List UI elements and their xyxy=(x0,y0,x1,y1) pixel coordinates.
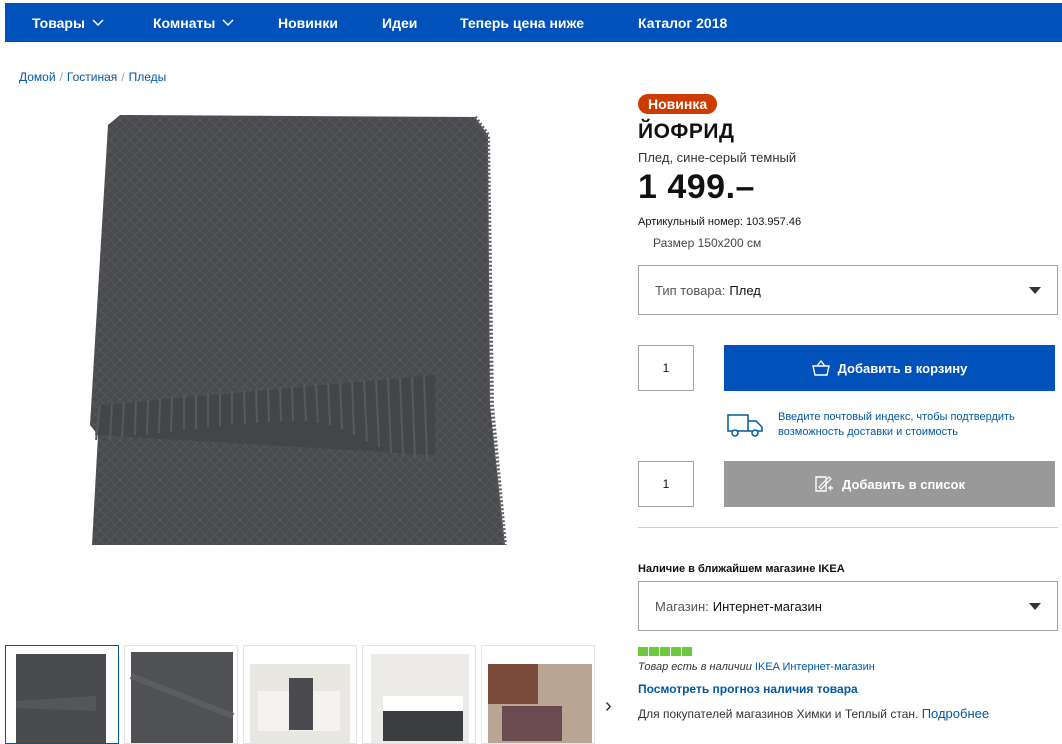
thumbnail-strip: › xyxy=(5,645,625,744)
product-name: ЙОФРИД xyxy=(638,120,735,143)
add-to-cart-button[interactable]: Добавить в корзину xyxy=(724,345,1055,391)
store-select-label: Магазин: xyxy=(655,598,709,614)
chevron-down-icon xyxy=(222,19,234,27)
thumbnail-2[interactable] xyxy=(124,645,238,744)
stock-level-indicator xyxy=(638,647,693,656)
caret-down-icon xyxy=(1029,287,1041,294)
delivery-text: Введите почтовый индекс, чтобы подтверди… xyxy=(778,411,1015,438)
chevron-right-icon[interactable]: › xyxy=(605,695,612,718)
stock-segment xyxy=(671,647,681,656)
stock-status: Товар есть в наличии IKEA Интернет-магаз… xyxy=(638,661,875,673)
thumbnail-3[interactable] xyxy=(243,645,357,744)
list-add-icon xyxy=(815,476,834,492)
basket-icon xyxy=(811,360,830,376)
thumbnail-image xyxy=(250,664,350,743)
thumbnail-4[interactable] xyxy=(362,645,476,744)
product-description: Плед, сине-серый темный xyxy=(638,150,797,165)
delivery-check[interactable]: Введите почтовый индекс, чтобы подтверди… xyxy=(726,410,1058,440)
nav-item-catalog[interactable]: Каталог 2018 xyxy=(638,15,727,31)
nav-item-products[interactable]: Товары xyxy=(32,15,104,31)
thumbnail-image xyxy=(488,664,592,743)
chevron-down-icon xyxy=(92,19,104,27)
stock-segment xyxy=(682,647,692,656)
top-nav: Товары Комнаты Новинки Идеи Теперь цена … xyxy=(5,3,1062,42)
list-quantity-input[interactable]: 1 xyxy=(638,461,694,507)
stock-segment xyxy=(660,647,670,656)
article-number: Артикульный номер: 103.957.46 xyxy=(638,216,802,228)
thumbnail-image xyxy=(16,654,106,743)
breadcrumb-separator: / xyxy=(59,70,63,84)
nav-item-ideas[interactable]: Идеи xyxy=(382,15,417,31)
breadcrumb: Домой / Гостиная / Пледы xyxy=(19,70,166,84)
store-note: Для покупателей магазинов Химки и Теплый… xyxy=(638,706,989,721)
breadcrumb-living-room[interactable]: Гостиная xyxy=(67,70,117,84)
nav-item-lower-price[interactable]: Теперь цена ниже xyxy=(460,15,584,31)
thumbnail-image xyxy=(371,654,469,743)
new-badge: Новинка xyxy=(638,94,718,114)
product-price: 1 499.– xyxy=(638,168,755,206)
add-to-list-button[interactable]: Добавить в список xyxy=(724,461,1055,507)
nav-item-label: Товары xyxy=(32,15,85,31)
cart-quantity-input[interactable]: 1 xyxy=(638,345,694,391)
thumbnail-1[interactable] xyxy=(5,645,119,744)
stock-segment xyxy=(638,647,648,656)
truck-icon xyxy=(727,414,763,437)
product-type-select[interactable]: Тип товара: Плед xyxy=(638,265,1058,315)
thumbnail-image xyxy=(129,652,235,743)
caret-down-icon xyxy=(1029,603,1041,610)
size-label: Размер xyxy=(653,236,695,250)
stock-status-text: Товар есть в наличии xyxy=(638,661,752,673)
nav-item-label: Комнаты xyxy=(153,15,216,31)
size-value: 150x200 см xyxy=(697,236,762,250)
more-info-link[interactable]: Подробнее xyxy=(922,706,989,721)
store-link[interactable]: IKEA Интернет-магазин xyxy=(755,661,875,673)
store-select[interactable]: Магазин: Интернет-магазин xyxy=(638,581,1058,631)
type-select-label: Тип товара: xyxy=(655,282,726,298)
store-note-text: Для покупателей магазинов Химки и Теплый… xyxy=(638,707,919,721)
product-size: Размер 150x200 см xyxy=(653,236,761,250)
breadcrumb-throws[interactable]: Пледы xyxy=(129,70,167,84)
divider xyxy=(638,527,1058,528)
store-select-value: Интернет-магазин xyxy=(712,598,822,614)
nav-item-rooms[interactable]: Комнаты xyxy=(153,15,234,31)
thumbnail-5[interactable] xyxy=(481,645,595,744)
breadcrumb-home[interactable]: Домой xyxy=(19,70,56,84)
add-to-cart-label: Добавить в корзину xyxy=(837,360,968,376)
stock-forecast-link[interactable]: Посмотреть прогноз наличия товара xyxy=(638,682,858,696)
product-main-image[interactable] xyxy=(80,105,510,560)
breadcrumb-separator: / xyxy=(121,70,125,84)
add-to-list-label: Добавить в список xyxy=(842,476,965,492)
nav-item-new[interactable]: Новинки xyxy=(278,15,338,31)
type-select-value: Плед xyxy=(729,282,761,298)
stock-segment xyxy=(649,647,659,656)
availability-heading: Наличие в ближайшем магазине IKEA xyxy=(638,563,845,575)
